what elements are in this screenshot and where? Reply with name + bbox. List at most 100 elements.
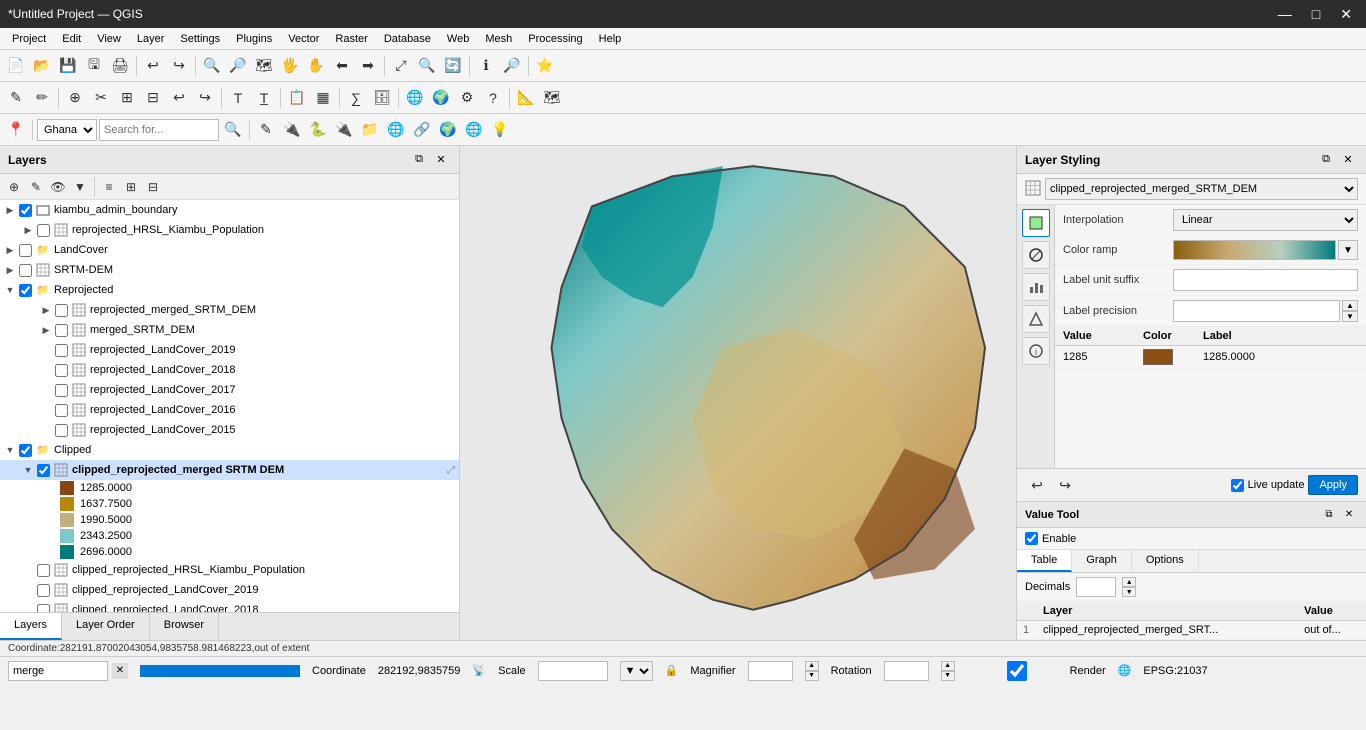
checkbox-merged-srtm[interactable] [55,324,68,337]
rotation-down[interactable]: ▼ [941,671,955,681]
folder-button[interactable]: 📁 [358,118,382,142]
styling-float-button[interactable]: ⧉ [1316,150,1336,170]
menu-vector[interactable]: Vector [280,31,327,47]
menu-project[interactable]: Project [4,31,54,47]
checkbox-rep-lc-2015[interactable] [55,424,68,437]
map-area[interactable] [460,146,1016,640]
checkbox-clipped-srtm[interactable] [37,464,50,477]
label-button[interactable]: T [226,86,250,110]
expand-all-button[interactable]: ⊞ [121,177,141,197]
globe4-button[interactable]: 🌍 [436,118,460,142]
menu-processing[interactable]: Processing [520,31,590,47]
style-icon-5[interactable]: i [1022,337,1050,365]
interpolation-select[interactable]: Linear [1173,209,1358,231]
tab-layer-order[interactable]: Layer Order [62,613,150,640]
tab-table[interactable]: Table [1017,550,1072,572]
edit2-button[interactable]: ✏ [30,86,54,110]
add-feature-button[interactable]: ⊞ [115,86,139,110]
attribute-button[interactable]: 📋 [285,86,309,110]
tree-item-hrsl[interactable]: ▶ reprojected_HRSL_Kiambu_Population [0,220,459,240]
precision-input[interactable]: 4 [1173,300,1340,322]
settings2-button[interactable]: ⚙ [455,86,479,110]
checkbox-reprojected[interactable] [19,284,32,297]
scale-input[interactable]: 1:703142 [538,661,608,681]
print-button[interactable]: 🖨 [108,54,132,78]
zoom-layer-button[interactable]: ⤢ [389,54,413,78]
select-button[interactable]: ▦ [311,86,335,110]
expand-clipped-srtm[interactable]: ▼ [22,464,34,476]
globe-button[interactable]: 🌐 [403,86,427,110]
location-button[interactable]: 📍 [4,118,28,142]
layer-options-button[interactable]: ≡ [99,177,119,197]
info2-button[interactable]: 💡 [488,118,512,142]
bookmark-button[interactable]: ⭐ [533,54,557,78]
layers-float-button[interactable]: ⧉ [409,150,429,170]
checkbox-hrsl[interactable] [37,224,50,237]
vt-float-button[interactable]: ⧉ [1320,506,1338,524]
cut-button[interactable]: ✂ [89,86,113,110]
plugin1-button[interactable]: 🔌 [280,118,304,142]
checkbox-rep-lc-2018[interactable] [55,364,68,377]
tree-item-rep-merged-srtm[interactable]: ▶ reprojected_merged_SRTM_DEM [0,300,459,320]
identify-button[interactable]: ℹ [474,54,498,78]
save-project-button[interactable]: 💾 [56,54,80,78]
refresh-button[interactable]: 🔄 [441,54,465,78]
edit-button[interactable]: ✎ [4,86,28,110]
magnifier-input[interactable]: 100% [748,661,793,681]
enable-checkbox[interactable] [1025,532,1038,545]
filter-button[interactable]: ▼ [70,177,90,197]
tree-item-clipped[interactable]: ▼ 📁 Clipped [0,440,459,460]
checkbox-rep-lc-2016[interactable] [55,404,68,417]
layout2-button[interactable]: 🗺 [540,86,564,110]
vt-row-color[interactable] [1143,349,1173,365]
tree-item-reprojected[interactable]: ▼ 📁 Reprojected [0,280,459,300]
menu-help[interactable]: Help [591,31,630,47]
close-button[interactable]: ✕ [1334,4,1358,25]
globe3-button[interactable]: 🌐 [384,118,408,142]
label2-button[interactable]: T̲ [252,86,276,110]
checkbox-landcover[interactable] [19,244,32,257]
tree-item-merged-srtm[interactable]: ▶ merged_SRTM_DEM [0,320,459,340]
menu-web[interactable]: Web [439,31,477,47]
magnifier-down[interactable]: ▼ [805,671,819,681]
apply-button[interactable]: Apply [1308,475,1358,495]
expand-srtm[interactable]: ▶ [4,264,16,276]
tab-options[interactable]: Options [1132,550,1199,572]
layer-select[interactable]: clipped_reprojected_merged_SRTM_DEM [1045,178,1358,200]
maximize-button[interactable]: □ [1306,4,1326,25]
python-button[interactable]: 🐍 [306,118,330,142]
checkbox-rep-merged[interactable] [55,304,68,317]
checkbox-clip-hrsl[interactable] [37,564,50,577]
tree-item-rep-lc-2016[interactable]: reprojected_LandCover_2016 [0,400,459,420]
decimals-input[interactable]: 2 [1076,577,1116,597]
remove-layer-button[interactable]: ✎ [26,177,46,197]
expand-rep-merged[interactable]: ▶ [40,304,52,316]
toggle-visibility-button[interactable]: 👁 [48,177,68,197]
color-ramp-dropdown-button[interactable]: ▼ [1338,240,1358,260]
menu-edit[interactable]: Edit [54,31,89,47]
save-as-button[interactable]: 🖫 [82,54,106,78]
expand-landcover[interactable]: ▶ [4,244,16,256]
globe5-button[interactable]: 🌐 [462,118,486,142]
tree-item-clip-lc-2018[interactable]: clipped_reprojected_LandCover_2018 [0,600,459,612]
style-icon-3[interactable] [1022,273,1050,301]
rotation-up[interactable]: ▲ [941,661,955,671]
zoom-full-button[interactable]: 🗺 [252,54,276,78]
menu-view[interactable]: View [89,31,129,47]
zoom-in-button[interactable]: 🔍 [200,54,224,78]
tree-item-rep-lc-2015[interactable]: reprojected_LandCover_2015 [0,420,459,440]
tree-item-rep-lc-2018[interactable]: reprojected_LandCover_2018 [0,360,459,380]
precision-down-button[interactable]: ▼ [1342,311,1358,322]
live-update-checkbox[interactable] [1231,479,1244,492]
globe2-button[interactable]: 🌍 [429,86,453,110]
undo-button[interactable]: ↩ [141,54,165,78]
magnifier-up[interactable]: ▲ [805,661,819,671]
redo-edit-button[interactable]: ↪ [193,86,217,110]
status-search-input[interactable] [8,661,108,681]
tree-item-rep-lc-2019[interactable]: reprojected_LandCover_2019 [0,340,459,360]
menu-layer[interactable]: Layer [129,31,173,47]
menu-raster[interactable]: Raster [327,31,375,47]
status-search-clear[interactable]: ✕ [112,663,128,679]
collapse-all-button[interactable]: ⊟ [143,177,163,197]
undo-edit-button[interactable]: ↩ [167,86,191,110]
